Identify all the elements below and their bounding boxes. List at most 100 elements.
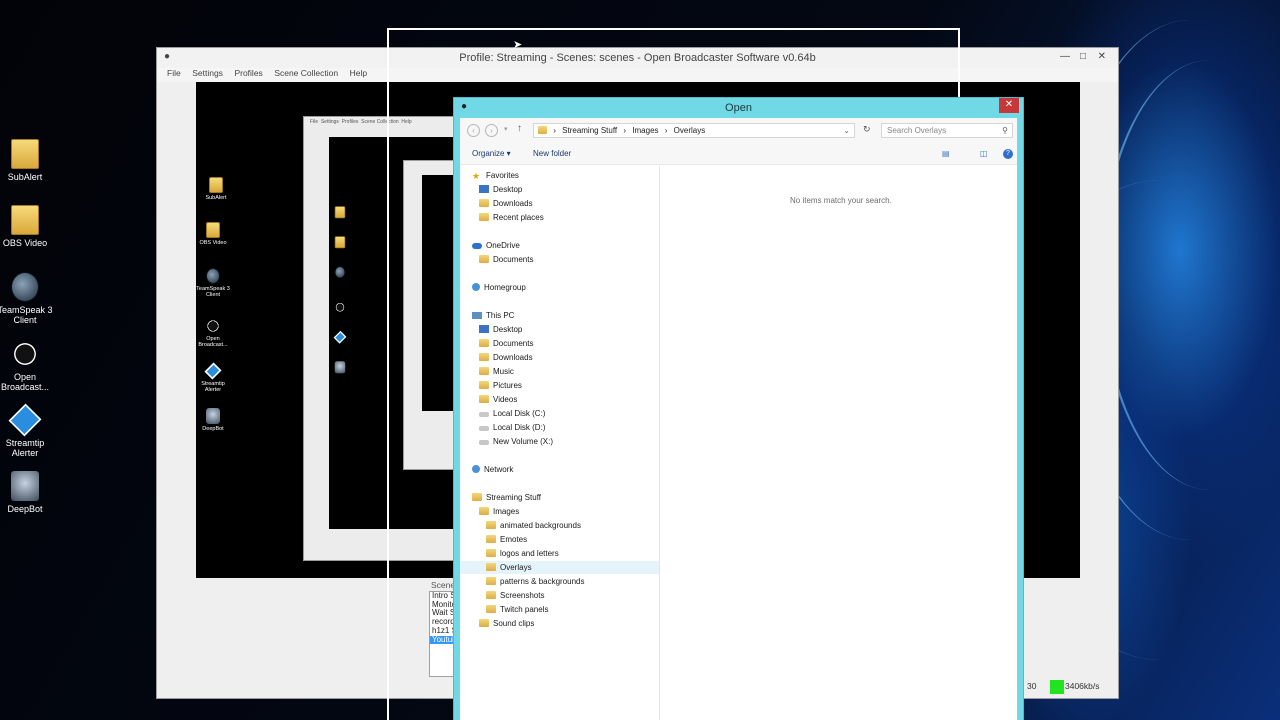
desktop-icon-teamspeak[interactable]: TeamSpeak 3 Client <box>0 272 53 325</box>
breadcrumb-overlays[interactable]: Overlays <box>674 126 706 135</box>
recent-locations-icon[interactable]: ▾ <box>504 125 508 133</box>
nav-pc-downloads[interactable]: Downloads <box>479 351 533 364</box>
minimize-icon[interactable]: — <box>1060 51 1070 62</box>
drive-icon <box>479 426 489 431</box>
chevron-down-icon[interactable]: ⌄ <box>843 124 850 137</box>
preview-pane-icon[interactable]: ◫ <box>980 149 988 158</box>
menu-profiles[interactable]: Profiles <box>234 68 262 78</box>
nav-images[interactable]: Images <box>479 505 519 518</box>
preview-icon <box>329 301 355 315</box>
nav-homegroup[interactable]: Homegroup <box>472 281 526 294</box>
deepbot-icon <box>11 471 39 501</box>
menu-scene-collection[interactable]: Scene Collection <box>274 68 338 78</box>
desktop-icon-obs-video[interactable]: OBS Video <box>0 205 53 248</box>
breadcrumb-images[interactable]: Images <box>632 126 658 135</box>
help-icon[interactable]: ? <box>1003 149 1013 159</box>
nav-favorites-downloads[interactable]: Downloads <box>479 197 533 210</box>
search-input[interactable]: Search Overlays ⚲ <box>881 123 1013 138</box>
nav-pc-disk-c[interactable]: Local Disk (C:) <box>479 407 545 420</box>
refresh-icon[interactable]: ↻ <box>863 124 871 135</box>
folder-icon <box>472 493 482 501</box>
nav-twitch-panels[interactable]: Twitch panels <box>486 603 548 616</box>
preview-icon: OBS Video <box>196 222 233 246</box>
nav-animated-backgrounds[interactable]: animated backgrounds <box>486 519 581 532</box>
teamspeak-icon <box>11 272 39 302</box>
folder-icon <box>486 563 496 571</box>
star-icon: ★ <box>472 171 481 181</box>
nav-favorites-recent[interactable]: Recent places <box>479 211 544 224</box>
maximize-icon[interactable]: □ <box>1080 51 1086 62</box>
nav-thispc[interactable]: This PC <box>472 309 514 322</box>
nav-emotes[interactable]: Emotes <box>486 533 527 546</box>
desktop-icon-streamtip[interactable]: Streamtip Alerter <box>0 403 53 458</box>
bitrate-status: 3406kb/s <box>1065 681 1100 691</box>
preview-icon <box>329 236 355 250</box>
new-folder-button[interactable]: New folder <box>533 149 571 158</box>
view-options-icon[interactable]: ▤ <box>942 149 950 158</box>
nav-network[interactable]: Network <box>472 463 513 476</box>
close-icon[interactable]: ✕ <box>1098 51 1106 62</box>
forward-icon[interactable]: › <box>485 124 498 137</box>
nav-onedrive[interactable]: OneDrive <box>472 239 520 252</box>
preview-icon <box>329 266 355 280</box>
preview-icon <box>329 361 355 375</box>
stream-health-indicator <box>1050 680 1064 694</box>
desktop-icon-obs[interactable]: Open Broadcast... <box>0 339 53 392</box>
recent-places-icon <box>479 213 489 221</box>
nav-favorites[interactable]: ★ Favorites <box>472 169 519 182</box>
organize-button[interactable]: Organize ▾ <box>472 149 511 158</box>
nav-overlays-selected[interactable]: Overlays <box>460 561 659 574</box>
desktop-icon <box>479 325 489 333</box>
obs-icon <box>11 339 39 369</box>
address-bar[interactable]: › Streaming Stuff › Images › Overlays ⌄ <box>533 123 855 138</box>
network-icon <box>472 465 480 473</box>
drive-icon <box>479 412 489 417</box>
desktop-icon-subalert[interactable]: SubAlert <box>0 139 53 182</box>
dialog-toolbar: Organize ▾ New folder ▤ ◫ ? <box>460 143 1017 165</box>
nav-favorites-desktop[interactable]: Desktop <box>479 183 522 196</box>
folder-icon <box>11 139 39 169</box>
dialog-title: Open <box>725 102 752 114</box>
menu-settings[interactable]: Settings <box>192 68 223 78</box>
search-placeholder: Search Overlays <box>887 126 947 135</box>
nav-pc-desktop[interactable]: Desktop <box>479 323 522 336</box>
desktop-icon-label: OBS Video <box>2 238 48 248</box>
preview-icon: Streamtip Alerter <box>196 362 233 393</box>
nav-logos-and-letters[interactable]: logos and letters <box>486 547 559 560</box>
nav-pc-disk-x[interactable]: New Volume (X:) <box>479 435 553 448</box>
up-icon[interactable]: ↑ <box>517 123 522 134</box>
folder-icon <box>11 205 39 235</box>
nav-screenshots[interactable]: Screenshots <box>486 589 544 602</box>
folder-icon <box>479 339 489 347</box>
menu-help[interactable]: Help <box>350 68 367 78</box>
videos-folder-icon <box>479 395 489 403</box>
close-button[interactable]: ✕ <box>999 98 1019 113</box>
nav-pc-music[interactable]: Music <box>479 365 514 378</box>
folder-icon <box>479 255 489 263</box>
nav-pc-disk-d[interactable]: Local Disk (D:) <box>479 421 545 434</box>
nav-pc-pictures[interactable]: Pictures <box>479 379 522 392</box>
folder-icon <box>479 507 489 515</box>
pictures-folder-icon <box>479 381 489 389</box>
music-folder-icon <box>479 367 489 375</box>
nav-streaming-stuff[interactable]: Streaming Stuff <box>472 491 541 504</box>
preview-icon: TeamSpeak 3 Client <box>196 268 233 298</box>
nav-pc-videos[interactable]: Videos <box>479 393 517 406</box>
dialog-titlebar: ● Open ✕ <box>454 98 1023 118</box>
desktop-icon-label: DeepBot <box>7 504 43 514</box>
desktop-icon-label: Open Broadcast... <box>0 372 50 392</box>
nav-patterns-backgrounds[interactable]: patterns & backgrounds <box>486 575 585 588</box>
nav-onedrive-documents[interactable]: Documents <box>479 253 533 266</box>
desktop-icon-label: TeamSpeak 3 Client <box>0 305 53 325</box>
back-icon[interactable]: ‹ <box>467 124 480 137</box>
breadcrumb-streaming-stuff[interactable]: Streaming Stuff <box>562 126 617 135</box>
menu-file[interactable]: File <box>167 68 181 78</box>
drive-icon <box>479 440 489 445</box>
nav-sound-clips[interactable]: Sound clips <box>479 617 534 630</box>
nav-pc-documents[interactable]: Documents <box>479 337 533 350</box>
preview-icon: Open Broadcast... <box>196 318 233 348</box>
folder-icon <box>486 591 496 599</box>
desktop-icon-deepbot[interactable]: DeepBot <box>0 471 53 514</box>
preview-icon <box>329 330 355 345</box>
folder-icon <box>479 353 489 361</box>
